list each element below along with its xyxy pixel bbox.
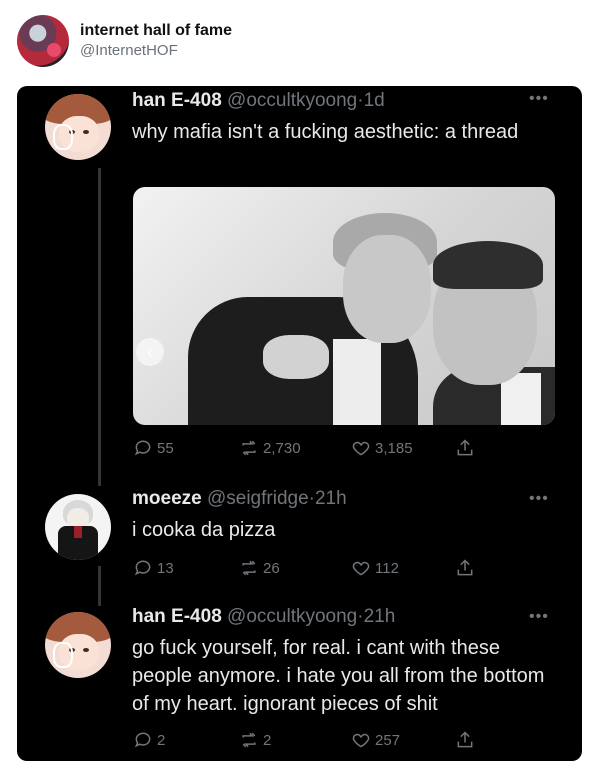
reply-icon — [134, 560, 151, 576]
more-icon[interactable]: ••• — [529, 490, 549, 508]
tweet-time[interactable]: 21h — [364, 606, 396, 627]
reply-button[interactable]: 2 — [133, 730, 165, 750]
tweet-author-line: moeeze @seigfridge·21h — [132, 488, 347, 510]
more-icon[interactable]: ••• — [529, 90, 549, 108]
retweet-icon — [242, 732, 256, 748]
share-icon — [457, 559, 473, 576]
tweet-actions: 55 2,730 3,185 — [133, 438, 553, 462]
account-name[interactable]: internet hall of fame — [80, 22, 232, 40]
tweet-time[interactable]: 21h — [315, 488, 347, 509]
tweet-thread-screenshot: han E-408 @occultkyoong·1d ••• why mafia… — [17, 86, 582, 761]
retweet-count: 2 — [263, 731, 272, 749]
like-count: 3,185 — [375, 439, 413, 457]
like-button[interactable]: 3,185 — [351, 438, 413, 458]
tweet-author-line: han E-408 @occultkyoong·21h — [132, 606, 395, 628]
reply-count: 2 — [157, 731, 166, 749]
tweet-photo[interactable]: ‹ — [133, 187, 555, 425]
author-handle[interactable]: @seigfridge — [207, 488, 309, 509]
avatar[interactable] — [45, 94, 111, 160]
share-icon — [457, 731, 473, 748]
avatar[interactable] — [45, 494, 111, 560]
tweet-actions: 13 26 112 — [133, 558, 553, 582]
reply-count: 55 — [157, 439, 174, 457]
chevron-left-icon[interactable]: ‹ — [136, 338, 164, 366]
retweet-count: 26 — [263, 559, 280, 577]
retweet-button[interactable]: 2,730 — [239, 438, 301, 458]
thread-line — [98, 168, 101, 486]
thread-line — [98, 566, 101, 606]
account-handle[interactable]: @InternetHOF — [80, 42, 178, 59]
like-button[interactable]: 257 — [351, 730, 400, 750]
account-avatar[interactable] — [17, 15, 69, 67]
share-button[interactable] — [455, 438, 475, 458]
like-button[interactable]: 112 — [351, 558, 399, 578]
share-icon — [457, 439, 473, 456]
reply-count: 13 — [157, 559, 174, 577]
reply-button[interactable]: 55 — [133, 438, 174, 458]
reply-icon — [134, 440, 151, 456]
author-name[interactable]: han E-408 — [132, 90, 222, 111]
tweet-time[interactable]: 1d — [364, 90, 385, 111]
retweet-button[interactable]: 26 — [239, 558, 280, 578]
retweet-icon — [242, 560, 256, 576]
share-button[interactable] — [455, 558, 475, 578]
more-icon[interactable]: ••• — [529, 608, 549, 626]
reply-icon — [134, 732, 151, 748]
tweet-actions: 2 2 257 — [133, 730, 553, 754]
share-button[interactable] — [455, 730, 475, 750]
retweet-button[interactable]: 2 — [239, 730, 271, 750]
retweet-icon — [242, 440, 256, 456]
like-count: 257 — [375, 731, 401, 749]
tweet-text: go fuck yourself, for real. i cant with … — [132, 637, 545, 715]
tweet-text: i cooka da pizza — [132, 519, 276, 541]
tweet-author-line: han E-408 @occultkyoong·1d — [132, 90, 385, 112]
heart-icon — [352, 441, 370, 456]
author-handle[interactable]: @occultkyoong — [227, 606, 357, 627]
tweet-text: why mafia isn't a fucking aesthetic: a t… — [132, 121, 519, 143]
heart-icon — [352, 561, 370, 576]
retweet-count: 2,730 — [263, 439, 301, 457]
avatar[interactable] — [45, 612, 111, 678]
reply-button[interactable]: 13 — [133, 558, 174, 578]
author-name[interactable]: han E-408 — [132, 606, 222, 627]
author-handle[interactable]: @occultkyoong — [227, 90, 357, 111]
heart-icon — [352, 733, 370, 748]
outer-header: internet hall of fame @InternetHOF — [0, 0, 599, 82]
like-count: 112 — [375, 559, 399, 577]
author-name[interactable]: moeeze — [132, 488, 202, 509]
